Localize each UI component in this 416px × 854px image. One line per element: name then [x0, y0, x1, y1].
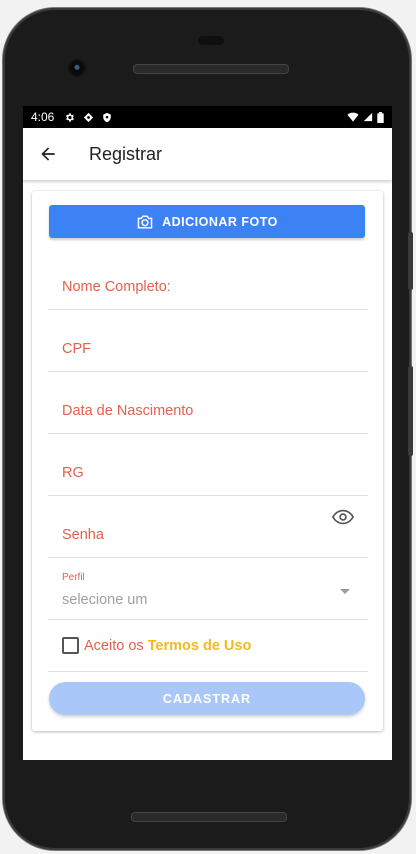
front-camera-icon	[70, 61, 84, 75]
bottom-speaker	[131, 812, 287, 822]
status-bar: 4:06	[23, 106, 392, 128]
profile-placeholder: selecione um	[62, 592, 148, 608]
camera-icon	[137, 214, 153, 229]
top-speaker	[133, 64, 289, 74]
shield-icon	[103, 112, 112, 122]
signal-icon	[363, 112, 373, 122]
password-label: Senha	[62, 527, 104, 543]
cpf-field[interactable]: CPF	[48, 311, 368, 372]
app-bar: Registrar	[23, 128, 392, 180]
screen: 4:06 Registrar ADICIONAR FOTO Nome Compl…	[23, 106, 392, 760]
terms-text: Aceito os	[84, 637, 144, 654]
rg-field[interactable]: RG	[48, 435, 368, 496]
top-sensor	[198, 36, 224, 45]
add-photo-button[interactable]: ADICIONAR FOTO	[49, 205, 365, 238]
submit-label: CADASTRAR	[162, 691, 252, 706]
birthdate-label: Data de Nascimento	[62, 403, 194, 419]
location-icon	[84, 112, 94, 122]
dropdown-arrow-icon	[340, 589, 350, 594]
register-form-card: ADICIONAR FOTO Nome Completo: CPF Data d…	[32, 191, 383, 731]
cpf-label: CPF	[62, 341, 91, 357]
terms-checkbox[interactable]	[62, 637, 79, 654]
battery-icon	[377, 111, 384, 123]
volume-button	[408, 366, 413, 456]
profile-label: Perfil	[62, 572, 85, 583]
terms-row: Aceito os Termos de Uso	[48, 620, 368, 672]
password-field[interactable]: Senha	[48, 497, 368, 558]
back-button[interactable]	[23, 144, 73, 164]
arrow-back-icon	[41, 147, 55, 161]
full-name-label: Nome Completo:	[62, 279, 171, 295]
toggle-password-visibility-button[interactable]	[331, 509, 355, 530]
status-time: 4:06	[31, 110, 55, 124]
full-name-field[interactable]: Nome Completo:	[48, 249, 368, 310]
terms-link[interactable]: Termos de Uso	[148, 638, 252, 654]
eye-icon	[331, 509, 355, 525]
rg-label: RG	[62, 465, 84, 481]
profile-select[interactable]: Perfil selecione um	[48, 559, 368, 620]
power-button	[408, 232, 413, 290]
wifi-icon	[347, 112, 359, 122]
add-photo-label: ADICIONAR FOTO	[162, 214, 278, 229]
birthdate-field[interactable]: Data de Nascimento	[48, 373, 368, 434]
page-title: Registrar	[89, 143, 163, 164]
settings-icon	[66, 112, 75, 122]
submit-button[interactable]: CADASTRAR	[49, 682, 365, 715]
